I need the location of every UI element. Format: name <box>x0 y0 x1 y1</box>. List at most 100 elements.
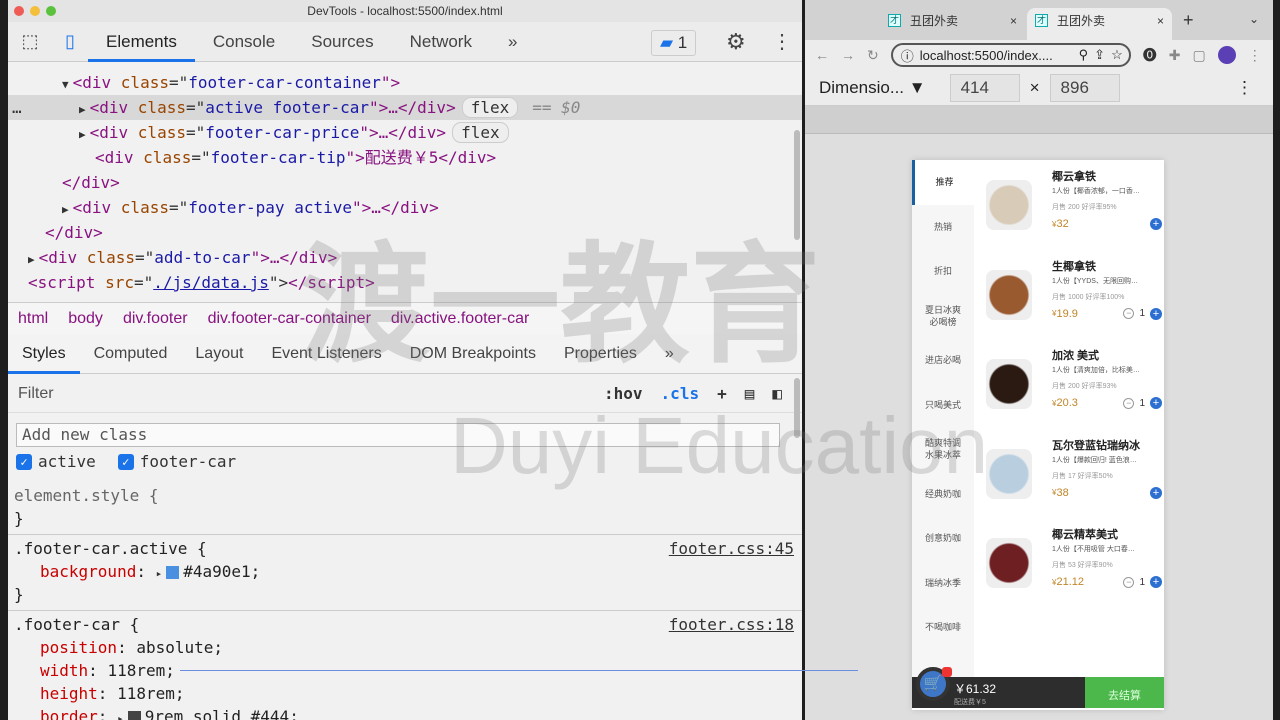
node-menu-icon[interactable]: … <box>12 95 22 120</box>
product-image[interactable] <box>986 359 1032 409</box>
add-class-input[interactable]: Add new class <box>16 423 780 447</box>
tab-network[interactable]: Network <box>392 22 490 62</box>
plus-icon[interactable]: + <box>1150 486 1162 499</box>
extension-icon[interactable]: ⓿ <box>1143 45 1157 65</box>
breadcrumb-footer[interactable]: div.footer <box>123 310 188 328</box>
share-icon[interactable]: ⇪ <box>1094 47 1105 63</box>
device-toolbar-icon[interactable]: ▯ <box>52 31 88 52</box>
toggle-sidebar-icon[interactable]: ◧ <box>772 384 782 403</box>
minus-icon[interactable]: − <box>1123 576 1135 588</box>
tab-layout[interactable]: Layout <box>181 334 257 374</box>
color-swatch[interactable] <box>166 566 180 579</box>
script-src-link[interactable]: ./js/data.js <box>153 273 269 292</box>
style-property[interactable]: position: absolute; <box>14 636 796 659</box>
product-image[interactable] <box>986 269 1032 320</box>
more-options-icon[interactable]: ⋮ <box>772 29 792 54</box>
property-value[interactable]: #4a90e1 <box>183 562 250 581</box>
dom-node[interactable]: ▶ <div class="footer-pay active">…</div> <box>8 195 802 220</box>
dom-node[interactable]: ▶ <div class="footer-car-price">…</div> fl… <box>8 120 802 145</box>
checkbox-checked-icon[interactable]: ✓ <box>117 453 134 470</box>
expand-arrow-icon[interactable]: ▶ <box>28 253 35 266</box>
style-property[interactable]: background: ▸ #4a90e1; <box>14 560 796 583</box>
breadcrumb-footer-car[interactable]: div.active.footer-car <box>391 310 529 328</box>
reload-icon[interactable]: ↻ <box>867 47 879 64</box>
browser-tab-active[interactable]: 才丑团外卖 × <box>1027 8 1172 40</box>
plus-icon[interactable]: + <box>1150 397 1162 409</box>
dom-node[interactable]: </div> <box>8 220 802 245</box>
tab-computed[interactable]: Computed <box>80 334 182 374</box>
property-name[interactable]: width <box>40 661 88 680</box>
width-input[interactable]: 414 <box>949 73 1020 102</box>
rule-source-link[interactable]: footer.css:45 <box>669 539 794 558</box>
property-name[interactable]: position <box>40 638 117 657</box>
issues-button[interactable]: ▰ 1 <box>651 30 697 56</box>
dom-scrollbar[interactable] <box>794 130 800 240</box>
tab-elements[interactable]: Elements <box>88 22 195 62</box>
settings-gear-icon[interactable]: ⚙ <box>726 29 746 55</box>
minimize-button[interactable] <box>30 6 40 16</box>
new-tab-icon[interactable]: + <box>1183 10 1194 31</box>
checkbox-checked-icon[interactable]: ✓ <box>16 453 32 470</box>
tab-console[interactable]: Console <box>195 22 293 62</box>
category-item[interactable]: 不喝咖啡 <box>912 605 974 650</box>
minus-icon[interactable]: − <box>1123 397 1135 409</box>
back-icon[interactable]: ← <box>815 47 829 63</box>
device-select[interactable]: Dimensio... ▼ <box>819 78 926 98</box>
property-name[interactable]: border <box>40 707 98 720</box>
expand-arrow-icon[interactable]: ▶ <box>79 128 86 141</box>
device-menu-icon[interactable]: ⋮ <box>1236 78 1253 98</box>
category-item[interactable]: 夏日冰爽 必喝榜 <box>912 294 974 339</box>
dom-node[interactable]: <script src="./js/data.js"></script> <box>8 270 802 295</box>
plus-icon[interactable]: + <box>1150 307 1162 320</box>
url-field[interactable]: ⓘ localhost:5500/index.... ⚲ ⇪ ☆ <box>890 43 1131 67</box>
class-toggle-active[interactable]: ✓ active <box>16 452 96 471</box>
tab-sources[interactable]: Sources <box>293 22 391 62</box>
property-value[interactable]: absolute <box>136 638 213 657</box>
category-item[interactable]: 创意奶咖 <box>912 516 974 561</box>
tab-styles[interactable]: Styles <box>8 334 80 374</box>
dom-node[interactable]: … ▶ <div class="active footer-car">…</div>… <box>8 95 802 120</box>
puzzle-icon[interactable]: ✚ <box>1169 47 1181 64</box>
paint-icon[interactable]: ▤ <box>745 384 755 403</box>
expand-arrow-icon[interactable]: ▸ <box>117 712 124 720</box>
minus-icon[interactable]: − <box>1123 308 1135 319</box>
profile-avatar[interactable] <box>1217 46 1236 64</box>
property-value[interactable]: 118rem <box>117 684 175 703</box>
product-image[interactable] <box>986 538 1032 588</box>
category-item[interactable]: 酷爽特调 水果冰萃 <box>912 427 974 472</box>
property-name[interactable]: height <box>40 684 98 703</box>
style-property[interactable]: border: ▸ 9rem solid #444; <box>14 705 796 720</box>
zoom-button[interactable] <box>46 6 56 16</box>
sidepanel-icon[interactable]: ▢ <box>1192 47 1205 64</box>
filter-input[interactable]: Filter <box>18 385 54 403</box>
cls-button[interactable]: .cls <box>661 384 700 403</box>
product-image[interactable] <box>986 180 1032 230</box>
category-item[interactable]: 只喝美式 <box>912 383 974 428</box>
expand-arrow-icon[interactable]: ▶ <box>79 103 86 116</box>
expand-arrow-icon[interactable]: ▶ <box>62 203 69 216</box>
forward-icon[interactable]: → <box>841 47 855 63</box>
property-value[interactable]: 118rem <box>107 661 165 680</box>
dom-node[interactable]: <div class="footer-car-tip">配送费￥5</div> <box>8 145 802 170</box>
rule-source-link[interactable]: footer.css:18 <box>669 615 794 634</box>
flex-badge[interactable]: flex <box>452 122 509 143</box>
property-value[interactable]: 9rem solid #444 <box>145 707 290 720</box>
dom-node[interactable]: ▼ <div class="footer-car-container"> <box>8 70 802 95</box>
chrome-menu-icon[interactable]: ⋮ <box>1248 47 1262 64</box>
dom-node[interactable]: </div> <box>8 170 802 195</box>
tab-properties[interactable]: Properties <box>550 334 651 374</box>
flex-badge[interactable]: flex <box>461 97 519 118</box>
expand-arrow-icon[interactable]: ▸ <box>156 567 163 580</box>
close-button[interactable] <box>14 6 24 16</box>
tab-search-icon[interactable]: ⌄ <box>1249 12 1259 26</box>
category-item[interactable]: 进店必喝 <box>912 338 974 383</box>
category-item[interactable]: 折扣 <box>912 249 974 294</box>
new-rule-button[interactable]: + <box>717 384 727 403</box>
plus-icon[interactable]: + <box>1150 218 1162 230</box>
checkout-button[interactable]: 去结算 <box>1085 677 1164 708</box>
bookmark-star-icon[interactable]: ☆ <box>1111 47 1123 63</box>
close-tab-icon[interactable]: × <box>1010 8 1017 34</box>
tab-event-listeners[interactable]: Event Listeners <box>257 334 395 374</box>
category-item[interactable]: 瑞纳冰季 <box>912 561 974 606</box>
expand-arrow-icon[interactable]: ▼ <box>62 78 69 91</box>
